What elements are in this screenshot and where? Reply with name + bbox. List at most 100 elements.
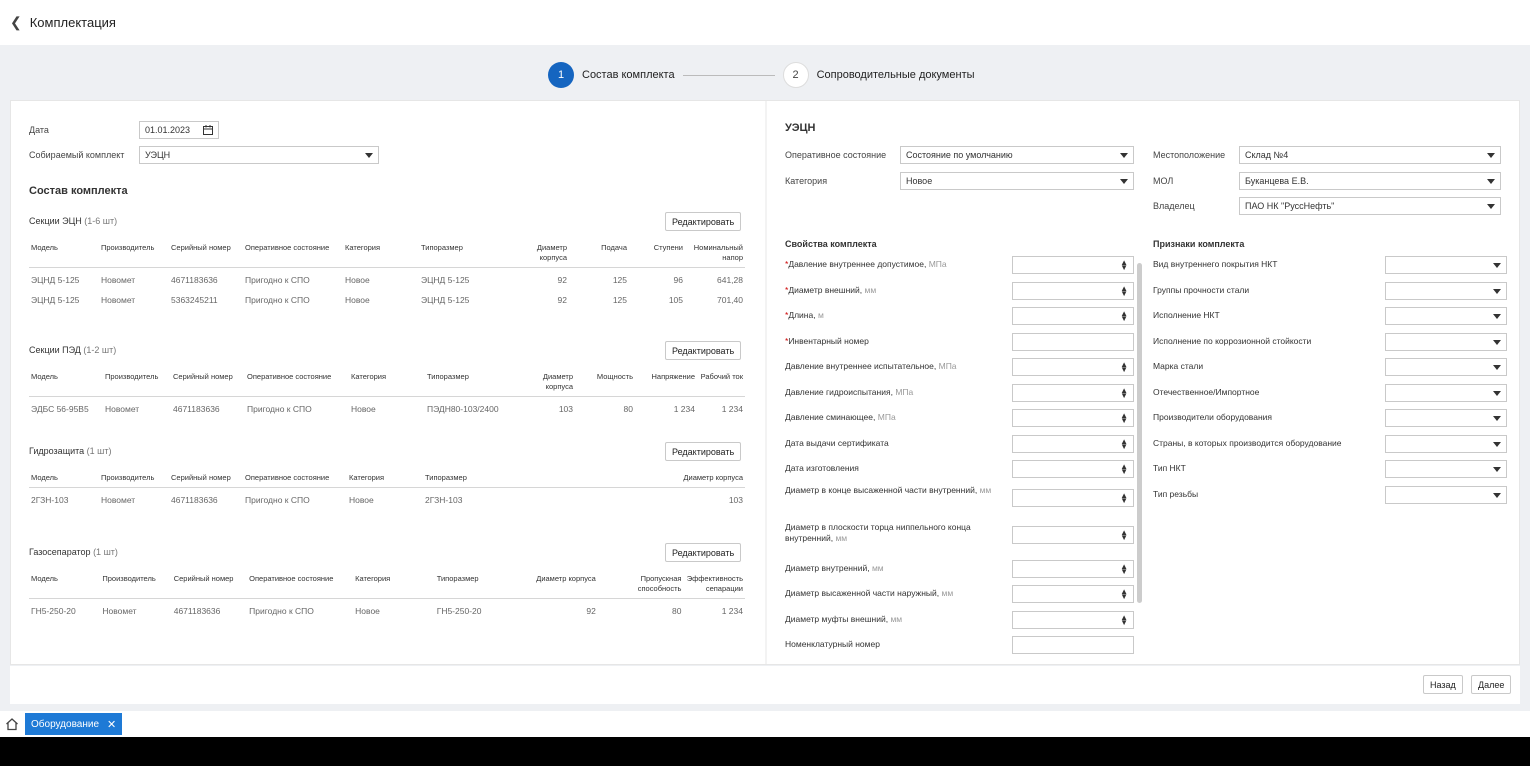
table-cell: 701,40 [717,295,743,305]
feature-select[interactable] [1385,332,1507,351]
chevron-down-icon [1493,441,1501,447]
property-number-input[interactable]: ▲ ▼ [1012,559,1134,578]
stepper-arrows-icon[interactable]: ▲ ▼ [1120,284,1128,297]
table-row[interactable]: ЭДБС 56-95B5 Новомет 4671183636 Пригодно к … [29,397,745,418]
screen-bottom-band [0,737,1530,766]
property-number-input[interactable]: ▲ ▼ [1012,281,1134,300]
back-button[interactable]: Назад [1423,675,1463,694]
feature-select[interactable] [1385,434,1507,453]
owner-select[interactable]: ПАО НК "РуссНефть" [1239,197,1501,215]
table-row[interactable]: ГН5-250-20 Новомет 4671183636 Пригодно к СП… [29,599,745,620]
properties-scrollbar[interactable] [1137,263,1142,603]
location-value: Склад №4 [1245,150,1289,160]
table-cell: 641,28 [717,275,743,285]
property-number-input[interactable]: ▲ ▼ [1012,525,1134,544]
stepper-arrows-icon[interactable]: ▲ ▼ [1120,412,1128,425]
property-row: Давление сминающее, МПа ▲ ▼ [785,408,1135,428]
property-number-input[interactable]: ▲ ▼ [1012,358,1134,376]
feature-select[interactable] [1385,307,1507,325]
stepper-arrows-icon[interactable]: ▲ ▼ [1120,361,1128,374]
property-row: Номенклатурный номер [785,635,1135,655]
table-cell: 1 234 [721,404,743,414]
table-row[interactable]: ЭЦНД 5-125 Новомет 4671183636 Пригодно к СП… [29,268,745,289]
property-row: Диаметр внутренний, мм ▲ ▼ [785,559,1135,579]
property-number-input[interactable]: ▲ ▼ [1012,488,1134,507]
property-number-input[interactable]: ▲ ▼ [1012,409,1134,427]
kit-features-column: Местоположение Склад №4 МОЛ Буканцева Е.… [1145,101,1521,664]
step-2-label[interactable]: Сопроводительные документы [817,69,975,81]
category-select[interactable]: Новое [900,172,1134,190]
column-header: Оперативное состояние [243,241,343,268]
table-cell: 103 [558,404,573,414]
tab-equipment[interactable]: Оборудование ✕ [25,713,123,735]
table-cell: Новое [351,404,376,414]
property-text-input[interactable] [1012,636,1134,654]
stepper-arrows-icon[interactable]: ▲ ▼ [1120,310,1128,323]
step-2-indicator[interactable]: 2 [782,62,809,88]
table-row[interactable]: 2ГЗН-103 Новомет 4671183636 Пригодно к СПО Н… [29,488,745,509]
column-header: Производитель [99,471,169,488]
stepper-arrows-icon[interactable]: ▲ ▼ [1120,528,1128,541]
feature-select[interactable] [1385,281,1507,300]
ped-table: Модель Производитель Серийный номер Операти… [29,370,745,417]
location-select[interactable]: Склад №4 [1239,146,1501,164]
feature-label: Исполнение по коррозионной стойкости [1153,335,1312,346]
edit-ped-button[interactable]: Редактировать [665,341,742,360]
column-header: Эффективность сепарации [683,572,745,599]
hydro-table: Модель Производитель Серийный номер Операти… [29,471,745,508]
stepper-arrows-icon[interactable]: ▲ ▼ [1120,562,1128,575]
feature-row: Марка стали [1153,357,1513,377]
feature-select[interactable] [1385,409,1507,427]
home-icon[interactable] [5,717,19,731]
feature-select[interactable] [1385,256,1507,274]
back-chevron-icon[interactable]: ❮ [10,14,22,31]
property-number-input[interactable]: ▲ ▼ [1012,434,1134,453]
feature-select[interactable] [1385,460,1507,478]
table-cell: 80 [671,606,682,616]
edit-ecn-button[interactable]: Редактировать [665,212,742,231]
edit-gas-button[interactable]: Редактировать [665,543,742,562]
mol-select[interactable]: Буканцева Е.В. [1239,172,1501,190]
column-header: Оперативное состояние [245,370,349,397]
close-icon[interactable]: ✕ [107,718,116,731]
property-number-input[interactable]: ▲ ▼ [1012,383,1134,402]
stepper-arrows-icon[interactable]: ▲ ▼ [1120,259,1128,272]
step-1-indicator[interactable]: 1 [548,62,574,88]
stepper-arrows-icon[interactable]: ▲ ▼ [1120,437,1128,450]
property-number-input[interactable]: ▲ ▼ [1012,256,1134,274]
property-number-input[interactable]: ▲ ▼ [1012,610,1134,629]
next-button[interactable]: Далее [1471,675,1512,694]
step-1-label[interactable]: Состав комплекта [582,69,675,81]
property-label: Давление гидроиспытания, МПа [785,387,995,398]
kit-select[interactable]: УЭЦН [139,146,379,164]
table-cell: ПЭДН80-103/2400 [427,404,499,414]
feature-select[interactable] [1385,485,1507,504]
edit-hydro-button[interactable]: Редактировать [665,442,742,461]
chevron-down-icon [1487,204,1495,209]
property-number-input[interactable]: ▲ ▼ [1012,585,1134,603]
feature-select[interactable] [1385,358,1507,376]
section-ped-count: (1-2 шт) [83,345,117,355]
stepper-arrows-icon[interactable]: ▲ ▼ [1120,491,1128,504]
property-text-input[interactable] [1012,332,1134,351]
table-cell: ЭЦНД 5-125 [31,295,80,305]
feature-row: Исполнение по коррозионной стойкости [1153,332,1513,352]
property-number-input[interactable]: ▲ ▼ [1012,460,1134,478]
stepper-arrows-icon[interactable]: ▲ ▼ [1120,386,1128,399]
property-number-input[interactable]: ▲ ▼ [1012,307,1134,325]
stepper-arrows-icon[interactable]: ▲ ▼ [1120,588,1128,601]
table-row[interactable]: ЭЦНД 5-125 Новомет 5363245211 Пригодно к СП… [29,288,745,308]
date-field[interactable]: 01.01.2023 [139,121,219,139]
column-header: Модель [29,471,99,488]
feature-label: Производители оборудования [1153,412,1272,422]
property-row: *Длина, м ▲ ▼ [785,306,1135,326]
section-ped-name: Секции ПЭД [29,345,81,355]
feature-select[interactable] [1385,383,1507,402]
property-label: *Давление внутреннее допустимое, МПа [785,259,995,270]
section-gas-name: Газосепаратор [29,547,91,557]
op-state-select[interactable]: Состояние по умолчанию [900,146,1134,164]
property-row: Диаметр в конце высаженной части внутрен… [785,485,1135,511]
calendar-icon[interactable] [203,125,213,135]
stepper-arrows-icon[interactable]: ▲ ▼ [1120,463,1128,476]
stepper-arrows-icon[interactable]: ▲ ▼ [1120,613,1128,626]
